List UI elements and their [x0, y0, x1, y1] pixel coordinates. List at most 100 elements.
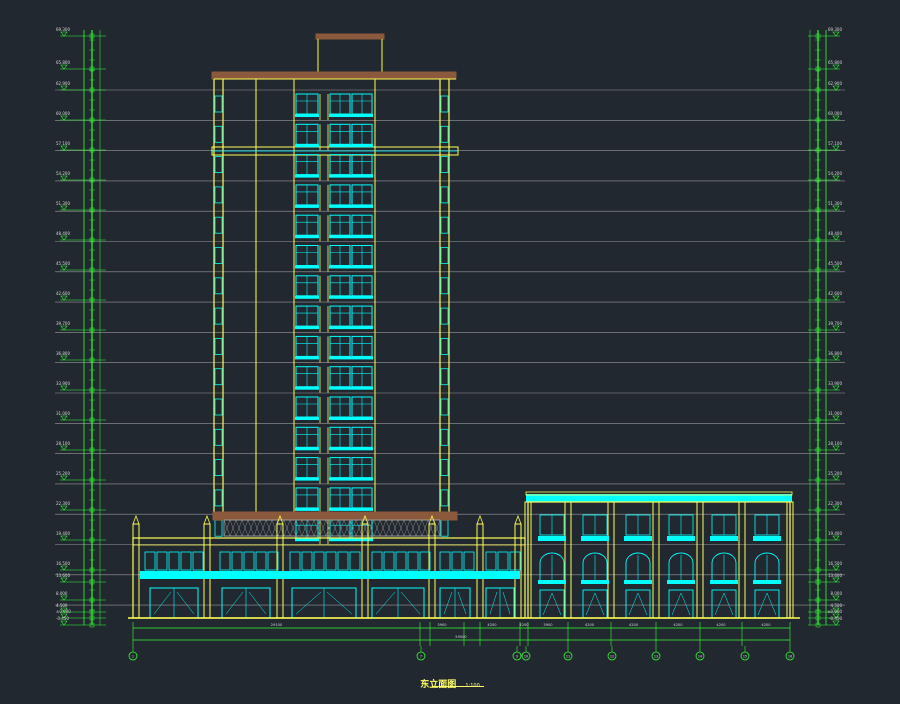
tower-balcony-rail [351, 417, 373, 420]
right-level-marker [832, 235, 840, 241]
tower-balcony-rail [295, 417, 319, 420]
right-balcony [538, 536, 566, 541]
right-level-label: 4.500 [831, 603, 843, 608]
right-level-label: 16.500 [828, 561, 842, 566]
right-level-label: 65.800 [828, 60, 842, 65]
tower-balcony-rail [329, 174, 351, 178]
podium-upper-window [325, 551, 337, 571]
axis-label: 11 [566, 655, 570, 659]
right-balcony [581, 536, 609, 541]
tower-side-window [440, 519, 449, 537]
left-level-marker [60, 85, 68, 91]
tower-balcony-rail [329, 265, 351, 269]
tower-side-window [214, 247, 223, 264]
left-level-marker [60, 475, 68, 481]
right-level-marker [832, 535, 840, 541]
podium-upper-window [231, 551, 243, 571]
left-level-marker [60, 265, 68, 271]
tower-side-window [440, 428, 449, 446]
podium-upper-window [313, 551, 325, 571]
left-level-marker [60, 505, 68, 511]
tower-balcony-rail [329, 507, 351, 511]
axis-label: 1 [132, 655, 134, 659]
podium-upper-window [255, 551, 267, 571]
left-level-label: 25.200 [56, 471, 70, 476]
right-level-marker [832, 565, 840, 571]
podium-upper-window [337, 551, 349, 571]
dimension-text: 4200 [585, 623, 595, 627]
tower-balcony-rail [351, 265, 373, 269]
dimension-text: 4200 [629, 623, 639, 627]
axis-label: 9 [516, 655, 518, 659]
dimension-text: 4200 [761, 623, 771, 627]
tower-balcony-rail [329, 144, 351, 148]
right-pilaster [564, 501, 572, 619]
right-level-label: 13.600 [828, 573, 842, 578]
tower-balcony-rail [329, 114, 351, 117]
tower-balcony-rail [295, 114, 319, 117]
pilaster-finial [514, 514, 522, 525]
right-level-marker [832, 145, 840, 151]
right-door-swing [542, 592, 562, 616]
left-level-label: 16.500 [56, 561, 70, 566]
right-level-marker [832, 415, 840, 421]
tower-balcony-rail [295, 356, 319, 360]
left-level-label: 60.000 [56, 111, 70, 116]
tower-balcony-rail [329, 477, 351, 481]
right-level-label: -0.450 [829, 616, 842, 621]
left-level-label: 57.100 [56, 141, 70, 146]
left-level-marker [60, 31, 68, 37]
right-balcony [710, 536, 738, 541]
left-level-label: 36.800 [56, 351, 70, 356]
tower-side-window [214, 307, 223, 325]
right-pilaster [696, 501, 704, 619]
axis-label: 7 [420, 655, 422, 659]
right-balcony [753, 536, 781, 541]
left-level-label: -0.450 [56, 616, 69, 621]
left-level-label: 22.300 [56, 501, 70, 506]
podium-canopy [212, 511, 458, 521]
tower-balcony-rail [351, 235, 373, 239]
right-pilaster [607, 501, 615, 619]
tower-balcony-rail [329, 417, 351, 420]
tower-balcony-rail [329, 386, 351, 390]
axis-label: 13 [654, 655, 658, 659]
right-ledge [624, 580, 652, 584]
right-level-label: 54.200 [828, 171, 842, 176]
podium-upper-window [349, 551, 361, 571]
axis-label: 16 [788, 655, 792, 659]
right-level-label: 19.400 [828, 531, 842, 536]
tower-side-window [214, 125, 223, 143]
title-underline [432, 686, 484, 687]
podium-upper-window [180, 551, 192, 571]
podium-upper-window [243, 551, 255, 571]
right-level-label: 28.100 [828, 441, 842, 446]
left-level-label: 42.600 [56, 291, 70, 296]
left-level-marker [60, 175, 68, 181]
right-level-label: 60.000 [828, 111, 842, 116]
right-level-label: ±0.000 [827, 609, 842, 614]
left-level-marker [60, 64, 68, 70]
elevation-drawing-canvas[interactable]: 69.300 65.800 62.900 60.000 57.100 54.200 51.3… [0, 0, 900, 700]
tower-balcony-rail [295, 477, 319, 481]
right-level-marker [832, 445, 840, 451]
left-level-label: 28.100 [56, 441, 70, 446]
right-level-label: 31.000 [828, 411, 842, 416]
right-door-swing [757, 592, 777, 616]
tower-balcony-rail [295, 507, 319, 511]
podium-upper-window [497, 551, 509, 571]
tower-side-window [214, 368, 223, 386]
left-level-marker [60, 565, 68, 571]
podium-upper-window [407, 551, 419, 571]
pilaster-finial [132, 514, 140, 525]
podium-upper-window [168, 551, 180, 571]
tower-balcony-rail [295, 447, 319, 451]
tower-balcony-rail [329, 447, 351, 451]
right-door-swing [671, 592, 691, 616]
parapet-panel [223, 519, 441, 537]
right-level-marker [832, 325, 840, 331]
tower-side-window [440, 216, 449, 234]
podium-canopy-band [140, 571, 520, 579]
tower-side-window [440, 337, 449, 355]
tower-side-window [440, 489, 449, 507]
